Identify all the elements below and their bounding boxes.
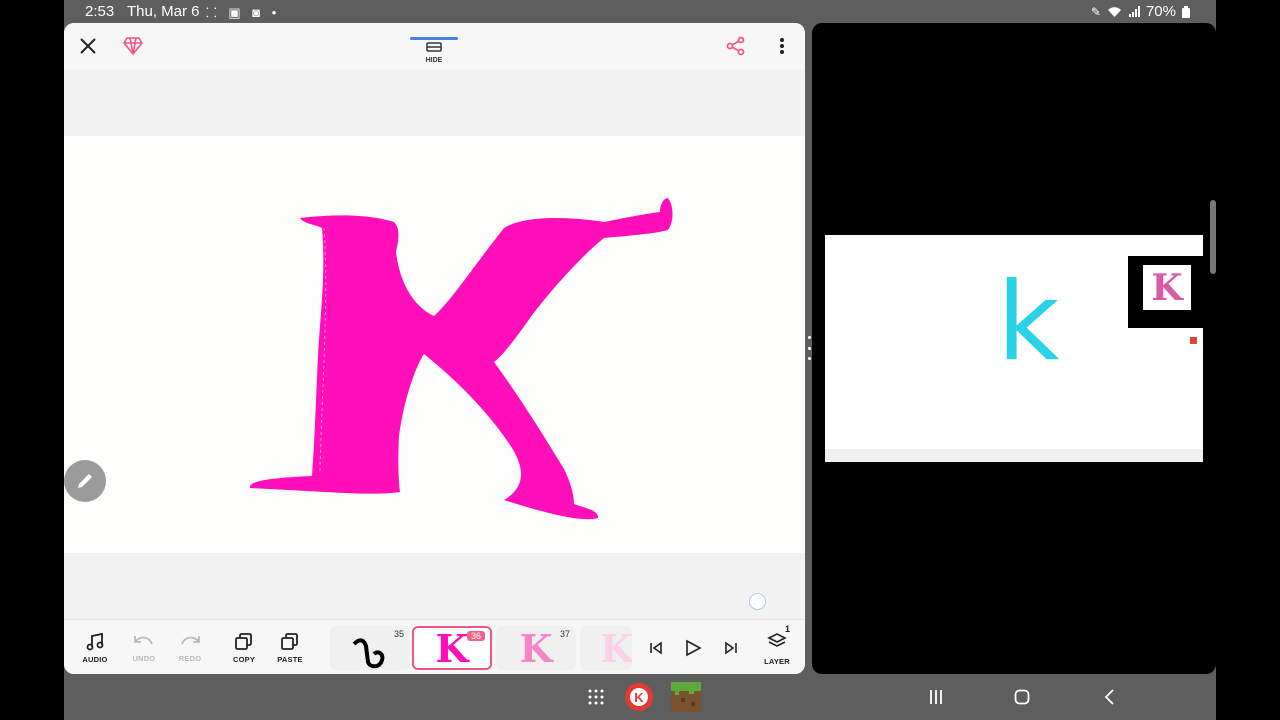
undo-label: UNDO — [132, 653, 156, 663]
frame-k-glyph: K — [600, 626, 632, 670]
video-frame[interactable]: k K — [825, 235, 1203, 462]
home-button[interactable] — [1010, 682, 1034, 712]
video-letter: k — [997, 260, 1060, 385]
layer-button[interactable]: 1 LAYER — [752, 620, 802, 674]
diamond-icon — [123, 37, 143, 55]
split-view-handle[interactable] — [807, 336, 811, 360]
status-time: 2:53 — [85, 3, 115, 20]
video-inset: K — [1128, 256, 1203, 328]
minecraft-block-icon — [671, 682, 701, 712]
frame-thumbnail[interactable]: K 37 — [496, 626, 576, 670]
notification-icons: ⸬ ▣ ◙ • — [206, 5, 281, 20]
premium-button[interactable] — [122, 35, 144, 57]
redo-icon — [181, 635, 200, 644]
apps-grid-icon — [588, 689, 604, 705]
video-window: k K — [812, 23, 1216, 674]
device-screen: 2:53 Thu, Mar 6 ⸬ ▣ ◙ • ✎ 70% HIDE AUDIO… — [64, 0, 1216, 720]
red-marker — [1190, 337, 1197, 344]
undo-button[interactable]: UNDO — [119, 620, 169, 674]
close-button[interactable] — [76, 34, 100, 58]
flipaclip-window: HIDE AUDIO UNDO REDO COPY PASTE 35 K 36 … — [64, 23, 805, 674]
pen-icon: ✎ — [1090, 4, 1101, 19]
skip-previous-icon — [650, 641, 662, 655]
wifi-icon — [1107, 6, 1121, 17]
layer-label: LAYER — [764, 657, 790, 666]
paste-label: PASTE — [277, 654, 303, 664]
signal-icon — [1128, 5, 1140, 17]
video-nav-strip — [825, 449, 1203, 462]
hide-toolbar-icon — [410, 36, 458, 52]
pencil-icon — [78, 474, 92, 488]
audio-button[interactable]: AUDIO — [70, 620, 120, 674]
redo-label: REDO — [178, 653, 202, 663]
top-bar: HIDE — [64, 23, 805, 70]
play-button[interactable] — [679, 634, 707, 662]
layer-icon-wrap: 1 — [766, 624, 790, 654]
frame-number: 36 — [466, 631, 485, 641]
paste-icon — [281, 632, 298, 650]
copy-label: COPY — [232, 654, 256, 664]
hide-label: HIDE — [425, 56, 443, 64]
status-bar: 2:53 Thu, Mar 6 ⸬ ▣ ◙ • ✎ 70% — [64, 0, 1216, 24]
play-icon — [686, 639, 702, 657]
frame-number: 35 — [393, 629, 404, 639]
more-vertical-icon — [780, 38, 784, 54]
undo-icon — [134, 635, 153, 644]
copy-icon — [235, 632, 252, 650]
kinemaster-icon: K — [625, 683, 653, 711]
frame-thumbnail-active[interactable]: K 36 — [412, 626, 492, 670]
audio-label: AUDIO — [82, 654, 108, 664]
frame-thumbnail[interactable]: K — [580, 626, 632, 670]
home-icon — [1014, 689, 1030, 705]
recent-apps-button[interactable] — [924, 682, 948, 712]
paste-button[interactable]: PASTE — [265, 620, 315, 674]
layer-count: 1 — [784, 624, 790, 634]
music-note-icon — [86, 632, 104, 650]
redo-button[interactable]: REDO — [165, 620, 215, 674]
skip-next-icon — [725, 641, 737, 655]
next-frame-button[interactable] — [717, 634, 745, 662]
svg-text:K: K — [634, 690, 644, 705]
back-icon — [1104, 689, 1114, 705]
drawing-canvas[interactable] — [64, 136, 805, 553]
more-options-button[interactable] — [770, 34, 794, 58]
navigation-bar: K — [64, 674, 1216, 720]
app-drawer-button[interactable] — [584, 682, 608, 712]
kinemaster-app-icon[interactable]: K — [624, 682, 654, 712]
onion-toggle-circle[interactable] — [749, 593, 766, 610]
minecraft-app-icon[interactable] — [671, 682, 701, 712]
copy-button[interactable]: COPY — [219, 620, 269, 674]
battery-percent: 70% — [1145, 3, 1176, 20]
edge-panel-handle[interactable] — [1210, 200, 1216, 274]
share-button[interactable] — [724, 34, 748, 58]
pink-k-drawing — [249, 198, 673, 520]
recents-icon — [930, 690, 942, 704]
battery-icon — [1182, 5, 1190, 18]
frame-number: 37 — [559, 629, 570, 639]
status-right: ✎ 70% — [1091, 3, 1190, 20]
previous-frame-button[interactable] — [642, 634, 670, 662]
share-icon — [726, 36, 745, 56]
frame-thumbnail[interactable]: 35 — [330, 626, 410, 670]
edit-fab-button[interactable] — [64, 460, 106, 502]
bottom-toolbar: AUDIO UNDO REDO COPY PASTE 35 K 36 K 37 … — [64, 619, 805, 674]
back-button[interactable] — [1097, 682, 1121, 712]
inset-letter: K — [1143, 265, 1191, 310]
status-date: Thu, Mar 6 — [127, 3, 200, 20]
hide-button[interactable]: HIDE — [408, 29, 460, 69]
close-icon — [80, 38, 96, 54]
